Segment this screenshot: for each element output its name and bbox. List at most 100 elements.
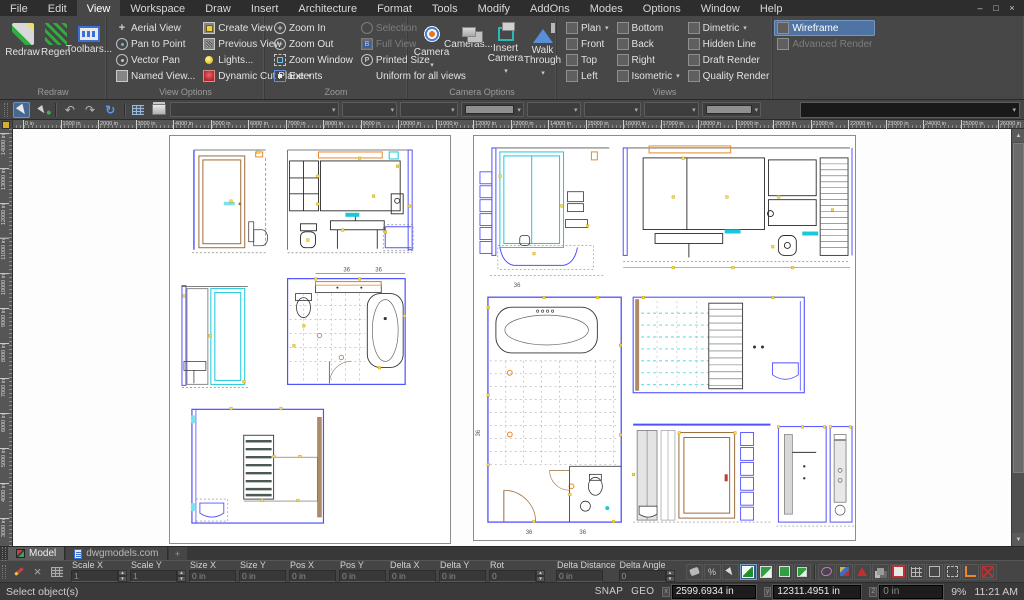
tabbar-grip[interactable]	[2, 547, 6, 561]
ribbon-item-front[interactable]: Front	[563, 36, 612, 52]
ribbon-item-dimetric[interactable]: Dimetric▾	[685, 20, 773, 36]
field-input-pos-y[interactable]: 0 in	[339, 570, 386, 582]
menu-insert[interactable]: Insert	[241, 0, 289, 16]
menu-view[interactable]: View	[77, 0, 121, 16]
ribbon-item-back[interactable]: Back	[614, 36, 683, 52]
ribbon-item-zoom-in[interactable]: Zoom In	[271, 20, 356, 36]
select-arrow-button[interactable]	[13, 102, 30, 118]
edit-red-icon[interactable]	[890, 564, 907, 580]
ribbon-item-bottom[interactable]: Bottom	[614, 20, 683, 36]
drawing-canvas[interactable]: 3636	[13, 129, 1011, 546]
dim-a-icon[interactable]	[926, 564, 943, 580]
ribbon-button-insert-camera[interactable]: Insert Camera▾	[488, 20, 523, 86]
ribbon-button-camera[interactable]: Camera▾	[414, 20, 449, 86]
cross-red-icon[interactable]	[980, 564, 997, 580]
undo-button[interactable]	[61, 102, 78, 118]
minimize-icon[interactable]: –	[972, 2, 988, 15]
ribbon-item-zoom-window[interactable]: Zoom Window	[271, 52, 356, 68]
ribbon-item-plan[interactable]: Plan▾	[563, 20, 612, 36]
zoom-cursor-fit-icon[interactable]	[794, 564, 811, 580]
selection-info-table-icon[interactable]	[48, 563, 65, 580]
combo-2[interactable]	[342, 102, 398, 117]
ribbon-item-draft-render[interactable]: Draft Render	[685, 52, 773, 68]
combo-3[interactable]	[400, 102, 458, 117]
field-input-pos-x[interactable]: 0 in	[289, 570, 336, 582]
menu-format[interactable]: Format	[367, 0, 422, 16]
ribbon-item-top[interactable]: Top	[563, 52, 612, 68]
ribbon-item-zoom-out[interactable]: Zoom Out	[271, 36, 356, 52]
drawing-sheet-2[interactable]: 36	[473, 135, 856, 541]
ribbon-item-pan-to-point[interactable]: Pan to Point	[113, 36, 198, 52]
toolbar-grip[interactable]	[4, 103, 8, 117]
zoom-selection-fit-icon[interactable]	[758, 564, 775, 580]
scroll-down-button[interactable]: ▼	[1012, 533, 1024, 546]
ribbon-button-redraw[interactable]: Redraw	[6, 20, 39, 86]
menu-tools[interactable]: Tools	[422, 0, 468, 16]
print-style-button[interactable]	[150, 102, 167, 118]
pan-realtime-icon[interactable]	[686, 564, 703, 580]
ribbon-item-vector-pan[interactable]: Vector Pan	[113, 52, 198, 68]
menu-edit[interactable]: Edit	[38, 0, 77, 16]
pick-cursor-icon[interactable]	[722, 564, 739, 580]
spin-down-button[interactable]: ▼	[666, 576, 675, 582]
orbit-button[interactable]	[102, 102, 119, 118]
combo-7[interactable]	[644, 102, 699, 117]
scrollbar-thumb[interactable]	[1013, 143, 1024, 473]
redo-button[interactable]	[81, 102, 98, 118]
workplane-colors-icon[interactable]	[836, 564, 853, 580]
field-input-size-y[interactable]: 0 in	[239, 570, 286, 582]
inspector-grip[interactable]	[2, 565, 6, 579]
snap-toggle[interactable]: SNAP	[595, 586, 623, 597]
snap-group-icon[interactable]	[872, 564, 889, 580]
menu-modify[interactable]: Modify	[468, 0, 520, 16]
menu-options[interactable]: Options	[633, 0, 691, 16]
combo-5[interactable]	[527, 102, 581, 117]
magic-wand-icon[interactable]	[10, 563, 27, 580]
field-input-delta-y[interactable]: 0 in	[439, 570, 486, 582]
ribbon-item-right[interactable]: Right	[614, 52, 683, 68]
pick-point-button[interactable]	[33, 102, 50, 118]
ribbon-button-toolbars[interactable]: Toolbars...	[72, 20, 105, 86]
spin-down-button[interactable]: ▼	[177, 576, 186, 582]
x-coordinate-field[interactable]: 2599.6934 in	[672, 585, 756, 599]
field-input-size-x[interactable]: 0 in	[189, 570, 236, 582]
vertical-ruler[interactable]: 14000 in13000 in12000 in11000 in10000 in…	[0, 129, 13, 546]
ribbon-item-extents[interactable]: Extents	[271, 68, 356, 84]
ribbon-button-cameras[interactable]: Cameras...	[451, 20, 486, 86]
ribbon-item-isometric[interactable]: Isometric▾	[614, 68, 683, 84]
horizontal-ruler[interactable]: 0 in1000 in2000 in3000 in4000 in5000 in6…	[0, 120, 1024, 129]
restore-icon[interactable]: □	[988, 2, 1004, 15]
menu-workspace[interactable]: Workspace	[120, 0, 195, 16]
dim-b-icon[interactable]	[944, 564, 961, 580]
vertical-scrollbar[interactable]: ▲ ▼	[1011, 129, 1024, 546]
selection-info-combo[interactable]	[800, 102, 1020, 118]
field-input-scale-x[interactable]: 1	[71, 570, 118, 582]
ribbon-item-named-view[interactable]: Named View...	[113, 68, 198, 84]
zoom-percent-icon[interactable]	[704, 564, 721, 580]
field-input-delta-x[interactable]: 0 in	[389, 570, 436, 582]
scroll-up-button[interactable]: ▲	[1012, 129, 1024, 142]
linestyle-combo[interactable]	[702, 102, 761, 117]
menu-draw[interactable]: Draw	[195, 0, 241, 16]
ruler-origin-icon[interactable]	[0, 120, 13, 129]
menu-window[interactable]: Window	[691, 0, 750, 16]
menu-help[interactable]: Help	[750, 0, 793, 16]
field-input-scale-y[interactable]: 1	[130, 570, 177, 582]
clear-selection-icon[interactable]	[29, 563, 46, 580]
spin-down-button[interactable]: ▼	[118, 576, 127, 582]
grid-toggle-icon[interactable]	[908, 564, 925, 580]
zoom-window-fit-icon[interactable]	[740, 564, 757, 580]
sheet-tab-dwgmodels-com[interactable]: dwgmodels.com	[66, 547, 167, 560]
snap-warning-icon[interactable]	[854, 564, 871, 580]
combo-6[interactable]	[584, 102, 642, 117]
ribbon-item-aerial-view[interactable]: Aerial View	[113, 20, 198, 36]
spin-down-button[interactable]: ▼	[536, 576, 545, 582]
menu-file[interactable]: File	[0, 0, 38, 16]
corner-ortho-icon[interactable]	[962, 564, 979, 580]
table-button[interactable]	[130, 102, 147, 118]
drawing-sheet-1[interactable]: 3636	[169, 135, 451, 544]
z-coordinate-field[interactable]: 0 in	[879, 585, 943, 599]
new-sheet-tab-button[interactable]: +	[169, 547, 187, 560]
lasso-select-icon[interactable]	[818, 564, 835, 580]
ribbon-item-quality-render[interactable]: Quality Render	[685, 68, 773, 84]
